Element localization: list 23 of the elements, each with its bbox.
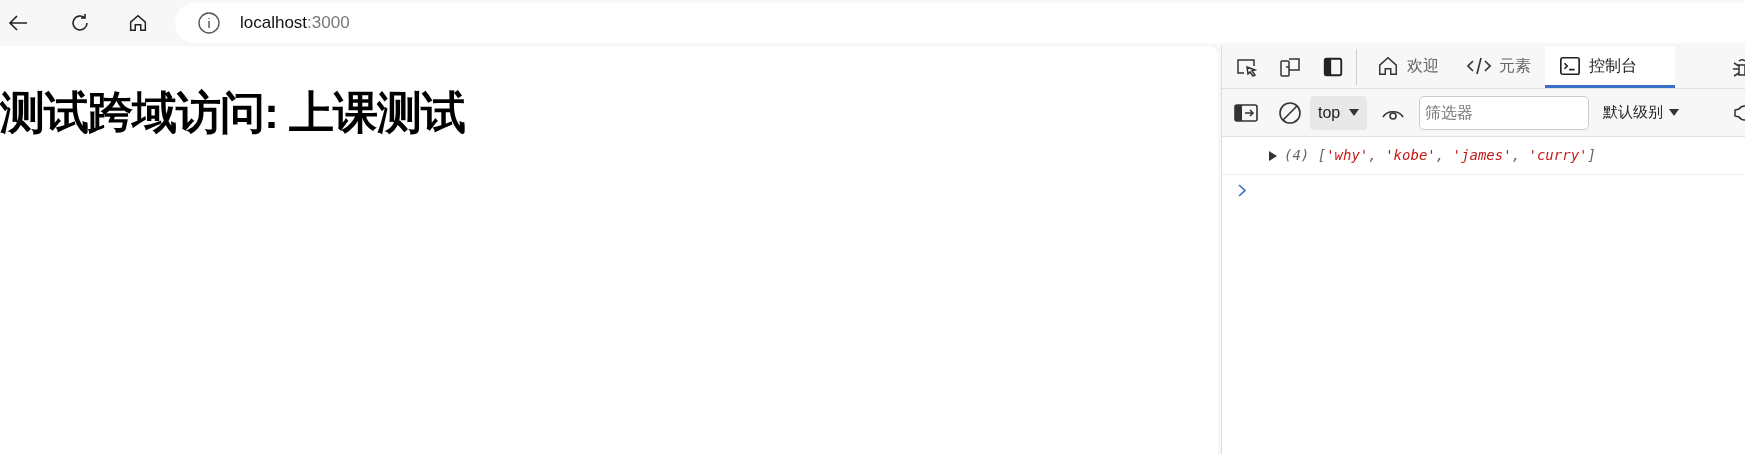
url-port: :3000 — [307, 13, 350, 33]
info-icon — [197, 11, 221, 35]
context-dropdown[interactable]: top — [1310, 95, 1368, 130]
console-icon — [1559, 54, 1581, 77]
devtools-tab[interactable]: 元素 — [1453, 46, 1545, 88]
home-icon — [1377, 54, 1399, 77]
device-icon[interactable] — [1278, 55, 1302, 79]
url-host: localhost — [240, 13, 308, 33]
page-heading: 测试跨域访问: 上课测试 — [0, 90, 467, 135]
clear-icon[interactable] — [1278, 100, 1302, 125]
caret-icon — [1669, 109, 1680, 116]
devtools-tab[interactable]: 欢迎 — [1363, 46, 1453, 88]
caret-icon — [1349, 109, 1360, 116]
address-field[interactable]: localhost:3000 — [175, 3, 1745, 43]
prompt-icon[interactable] — [1238, 183, 1246, 197]
code-icon — [1467, 55, 1491, 76]
devtools-tab[interactable]: 控制台 — [1545, 46, 1675, 88]
home-icon[interactable] — [127, 12, 149, 34]
sidebar-icon[interactable] — [1234, 102, 1258, 123]
filter-field[interactable]: 筛选器 — [1419, 95, 1590, 130]
dock-icon[interactable] — [1322, 56, 1344, 78]
console-output: (4) ['why', 'kobe', 'james', 'curry'] — [1284, 146, 1596, 165]
level-dropdown[interactable]: 默认级别 — [1601, 95, 1682, 130]
